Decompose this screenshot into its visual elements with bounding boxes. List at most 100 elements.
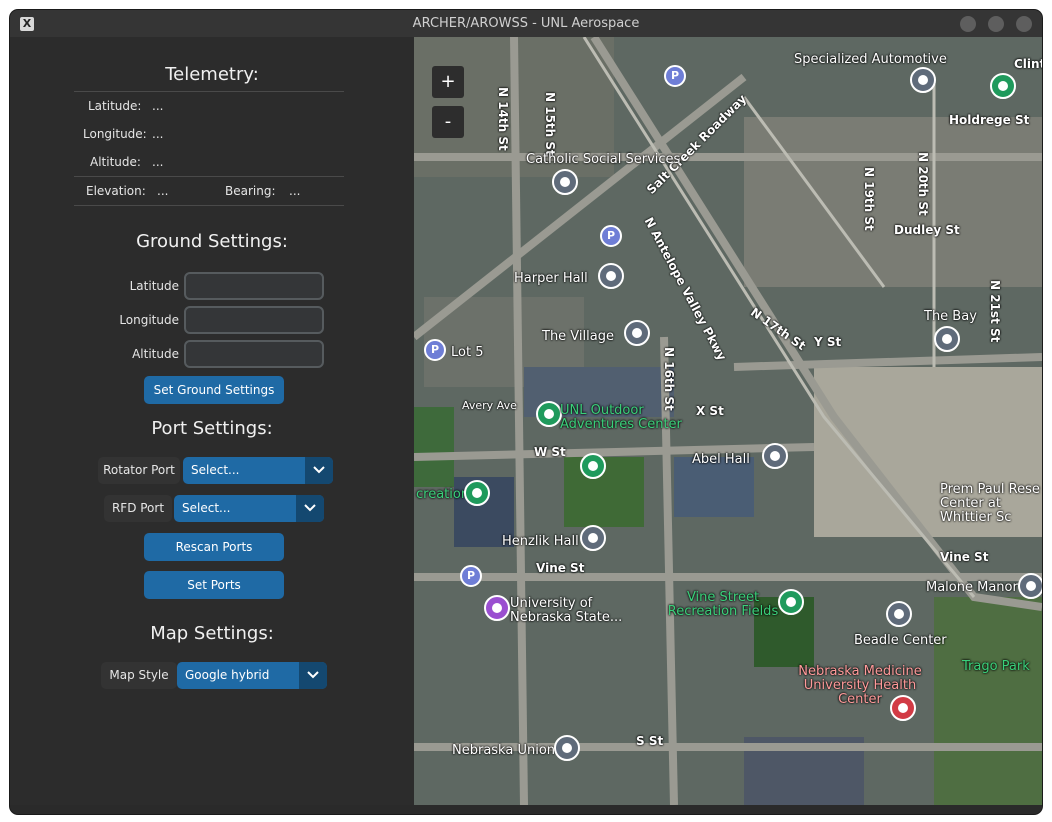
telemetry-altitude-label: Altitude: bbox=[90, 155, 141, 169]
app-window: X ARCHER/AROWSS - UNL Aerospace Telemetr… bbox=[10, 10, 1042, 814]
ground-settings-title: Ground Settings: bbox=[136, 231, 288, 252]
telemetry-title: Telemetry: bbox=[165, 64, 259, 85]
place-label: The Bay bbox=[924, 309, 977, 324]
street-label: S St bbox=[636, 734, 664, 748]
divider bbox=[74, 91, 344, 92]
parking-icon[interactable]: P bbox=[460, 565, 482, 587]
place-label: Abel Hall bbox=[692, 452, 750, 467]
rotator-port-select[interactable]: Select... bbox=[183, 457, 333, 484]
place-label: Nebraska Union bbox=[452, 743, 556, 758]
place-label: Nebraska Medicine University Health Cent… bbox=[798, 664, 922, 707]
place-label: Specialized Automotive bbox=[794, 52, 947, 67]
place-label: Harper Hall bbox=[514, 271, 588, 286]
museum-icon[interactable] bbox=[484, 595, 510, 621]
map-pin-icon[interactable] bbox=[778, 589, 804, 615]
place-label: Malone Manor bbox=[926, 580, 1018, 595]
street-label: X St bbox=[696, 404, 724, 418]
graduation-cap-icon[interactable] bbox=[934, 326, 960, 352]
map-pin-icon[interactable] bbox=[1018, 573, 1042, 599]
maximize-button[interactable] bbox=[988, 16, 1004, 32]
parking-icon[interactable]: P bbox=[600, 225, 622, 247]
port-settings-title: Port Settings: bbox=[151, 418, 273, 439]
map-pin-icon[interactable] bbox=[910, 67, 936, 93]
map-pin-icon[interactable] bbox=[624, 320, 650, 346]
rotator-port-label: Rotator Port bbox=[98, 457, 180, 484]
street-label: Clinto bbox=[1014, 57, 1042, 71]
map-pin-icon[interactable] bbox=[598, 263, 624, 289]
rescan-ports-button[interactable]: Rescan Ports bbox=[144, 533, 284, 561]
place-label: creation bbox=[416, 487, 470, 502]
map-view[interactable]: + - N 14th St N 15th St Salt Creek Roadw… bbox=[414, 37, 1042, 805]
ground-latitude-label: Latitude bbox=[129, 279, 179, 293]
set-ports-button[interactable]: Set Ports bbox=[144, 571, 284, 599]
street-label: Vine St bbox=[536, 561, 585, 575]
minimize-button[interactable] bbox=[960, 16, 976, 32]
map-imagery bbox=[414, 37, 1042, 805]
telemetry-altitude-value: ... bbox=[152, 155, 164, 169]
zoom-out-button[interactable]: - bbox=[432, 106, 464, 138]
map-pin-icon[interactable] bbox=[552, 169, 578, 195]
telemetry-bearing-value: ... bbox=[289, 184, 301, 198]
parking-icon[interactable]: P bbox=[424, 339, 446, 361]
street-label: N 14th St bbox=[496, 87, 510, 151]
place-label: Prem Paul Rese Center at Whittier Sc bbox=[940, 482, 1040, 525]
close-button[interactable] bbox=[1016, 16, 1032, 32]
telemetry-longitude-label: Longitude: bbox=[83, 127, 147, 141]
divider bbox=[74, 205, 344, 206]
street-label: Holdrege St bbox=[949, 113, 1030, 127]
map-style-value: Google hybrid bbox=[185, 668, 270, 682]
rfd-port-select[interactable]: Select... bbox=[174, 495, 324, 522]
telemetry-bearing-label: Bearing: bbox=[225, 184, 276, 198]
place-label: Catholic Social Services bbox=[526, 152, 681, 167]
map-style-label: Map Style bbox=[101, 662, 177, 689]
place-label: Trago Park bbox=[962, 659, 1030, 674]
map-pin-icon[interactable] bbox=[580, 453, 606, 479]
graduation-cap-icon[interactable] bbox=[580, 525, 606, 551]
title-bar[interactable]: X ARCHER/AROWSS - UNL Aerospace bbox=[10, 10, 1042, 37]
chevron-down-icon[interactable] bbox=[296, 495, 324, 522]
map-pin-icon[interactable] bbox=[536, 401, 562, 427]
rfd-port-value: Select... bbox=[182, 501, 231, 515]
map-pin-icon[interactable] bbox=[762, 443, 788, 469]
sidebar: Telemetry: Latitude: ... Longitude: ... … bbox=[10, 37, 414, 805]
chevron-down-icon[interactable] bbox=[305, 457, 333, 484]
ground-longitude-field[interactable] bbox=[184, 306, 324, 334]
map-pin-icon[interactable] bbox=[554, 735, 580, 761]
tree-icon[interactable] bbox=[990, 73, 1016, 99]
zoom-in-button[interactable]: + bbox=[432, 66, 464, 98]
map-style-select[interactable]: Google hybrid bbox=[177, 662, 327, 689]
street-label: Vine St bbox=[940, 550, 989, 564]
rotator-port-value: Select... bbox=[191, 463, 240, 477]
chevron-down-icon[interactable] bbox=[299, 662, 327, 689]
telemetry-longitude-value: ... bbox=[152, 127, 164, 141]
window-title: ARCHER/AROWSS - UNL Aerospace bbox=[412, 16, 640, 31]
map-pin-icon[interactable] bbox=[464, 480, 490, 506]
telemetry-latitude-value: ... bbox=[152, 99, 164, 113]
place-label: Vine Street Recreation Fields bbox=[667, 590, 779, 619]
set-ground-settings-button[interactable]: Set Ground Settings bbox=[144, 376, 284, 404]
street-label: N 19th St bbox=[862, 167, 876, 231]
place-label: Beadle Center bbox=[854, 633, 947, 648]
ground-altitude-label: Altitude bbox=[132, 347, 179, 361]
street-label: N 16th St bbox=[662, 347, 676, 411]
telemetry-latitude-label: Latitude: bbox=[88, 99, 142, 113]
hospital-icon[interactable] bbox=[890, 695, 916, 721]
status-bar bbox=[10, 805, 1042, 814]
map-settings-title: Map Settings: bbox=[150, 623, 274, 644]
street-label: N 15th St bbox=[543, 92, 557, 156]
ground-latitude-field[interactable] bbox=[184, 272, 324, 300]
telemetry-elevation-value: ... bbox=[157, 184, 169, 198]
ground-longitude-label: Longitude bbox=[119, 313, 179, 327]
divider bbox=[74, 176, 344, 177]
ground-altitude-field[interactable] bbox=[184, 340, 324, 368]
parking-icon[interactable]: P bbox=[664, 65, 686, 87]
street-label: Y St bbox=[814, 335, 842, 349]
street-label: W St bbox=[534, 445, 566, 459]
place-label: University of Nebraska State... bbox=[510, 596, 623, 625]
street-label: Dudley St bbox=[894, 223, 960, 237]
telemetry-elevation-label: Elevation: bbox=[86, 184, 146, 198]
street-label: Avery Ave bbox=[462, 399, 517, 412]
place-label: The Village bbox=[542, 329, 614, 344]
graduation-cap-icon[interactable] bbox=[886, 601, 912, 627]
place-label: UNL Outdoor Adventures Center bbox=[560, 403, 682, 432]
